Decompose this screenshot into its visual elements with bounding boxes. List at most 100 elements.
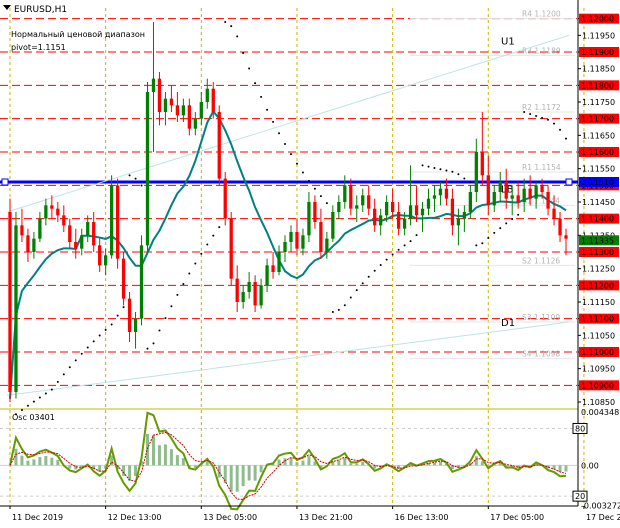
candle-body	[205, 88, 209, 102]
psar-dot	[200, 252, 203, 255]
candle-body	[86, 222, 90, 236]
candle-body	[139, 245, 144, 319]
candle-body	[456, 218, 461, 226]
candle-body	[211, 88, 215, 112]
psar-dot	[248, 67, 251, 70]
time-tick-label: 11 Dec 2019	[12, 513, 63, 522]
price-tick-label: 1.11700	[581, 115, 614, 124]
psar-dot	[62, 373, 65, 376]
candle-body	[331, 212, 335, 239]
price-tick-label: 1.11550	[582, 165, 615, 174]
oscillator-label: Osc 03401	[12, 413, 55, 422]
candle-body	[14, 225, 18, 392]
psar-dot	[50, 388, 53, 391]
candle-body	[169, 98, 174, 106]
psar-dot	[403, 244, 406, 247]
candle-body	[32, 238, 36, 252]
price-tick-label: 1.11600	[581, 148, 614, 157]
price-tick-label: 1.11150	[582, 298, 615, 307]
annotation-line-1: Нормальный ценовой диапазон	[11, 30, 145, 39]
time-tick-label: 16 Dec 13:00	[395, 513, 449, 522]
candle-body	[480, 152, 484, 176]
psar-dot	[188, 272, 191, 275]
time-tick-label: 12 Dec 13:00	[108, 513, 162, 522]
candle-body	[420, 208, 425, 216]
psar-dot	[32, 400, 35, 403]
candle-body	[175, 105, 180, 116]
candle-body	[379, 215, 383, 226]
pivot-level-label: R1 1.1154	[522, 163, 561, 172]
psar-dot	[499, 227, 502, 230]
candle-body	[438, 188, 443, 196]
candle-body	[199, 102, 203, 119]
psar-dot	[74, 359, 77, 362]
candle-body	[133, 318, 138, 332]
candle-body	[462, 212, 467, 219]
oscillator-level-label: 80	[575, 424, 585, 433]
oscillator-scale-label: 0.00	[581, 461, 599, 470]
candle-body	[468, 192, 472, 212]
psar-dot	[553, 122, 556, 125]
psar-dot	[361, 282, 364, 285]
price-tick-label: 1.11300	[581, 248, 614, 257]
psar-dot	[493, 231, 496, 234]
psar-dot	[242, 51, 245, 54]
psar-dot	[56, 380, 59, 383]
candle-body	[390, 202, 395, 212]
price-chart[interactable]: R4 1.1200R3 1.1189R2 1.1172R1 1.1154S1 1…	[0, 0, 620, 528]
psar-dot	[355, 289, 358, 292]
candle-body	[74, 242, 78, 249]
price-tick-label: 1.11650	[582, 131, 615, 140]
psar-dot	[134, 177, 137, 180]
psar-dot	[565, 137, 568, 140]
price-tick-label: 1.10950	[582, 365, 615, 374]
psar-dot	[68, 366, 71, 369]
psar-dot	[104, 328, 107, 331]
pivot-level-label: S3 1.1109	[522, 313, 560, 322]
psar-dot	[44, 392, 47, 395]
psar-dot	[146, 347, 149, 350]
psar-dot	[272, 120, 275, 123]
pivot-price-label: 1.11510	[581, 178, 614, 187]
psar-dot	[206, 243, 209, 246]
psar-dot	[523, 111, 526, 113]
psar-dot	[481, 242, 484, 245]
candle-body	[127, 298, 132, 332]
candle-body	[26, 235, 30, 252]
psar-dot	[421, 164, 424, 167]
psar-dot	[559, 128, 562, 131]
candle-body	[163, 98, 168, 112]
candle-body	[528, 188, 532, 199]
candle-body	[8, 212, 12, 392]
pivot-level-label: R2 1.1172	[522, 103, 561, 112]
time-tick-label: 13 Dec 05:00	[203, 513, 257, 522]
psar-dot	[26, 404, 29, 407]
psar-dot	[212, 234, 215, 237]
psar-dot	[517, 213, 520, 216]
psar-dot	[295, 162, 298, 165]
psar-dot	[307, 179, 310, 182]
psar-dot	[535, 114, 538, 117]
psar-dot	[20, 408, 23, 411]
candle-body	[289, 232, 293, 242]
symbol-label: EURUSD,H1	[14, 5, 67, 15]
candle-body	[187, 105, 191, 129]
candle-body	[552, 208, 556, 219]
candle-body	[540, 185, 544, 192]
time-tick-label: 17 Dec 05:00	[490, 513, 544, 522]
psar-dot	[487, 236, 490, 239]
candle-body	[337, 202, 341, 212]
price-tick-label: 1.12000	[581, 15, 614, 24]
pivot-level-label: S4 1.1098	[522, 350, 560, 359]
oscillator-scale-label: 0.004348	[581, 408, 619, 417]
psar-dot	[38, 396, 41, 399]
psar-dot	[469, 181, 472, 184]
price-tick-label: 1.11100	[581, 315, 614, 324]
psar-dot	[409, 240, 412, 243]
psar-dot	[278, 132, 281, 135]
candle-body	[259, 285, 263, 306]
psar-dot	[349, 296, 352, 299]
candle-body	[157, 78, 162, 112]
price-tick-label: 1.11900	[581, 48, 614, 57]
candle-body	[349, 185, 353, 209]
